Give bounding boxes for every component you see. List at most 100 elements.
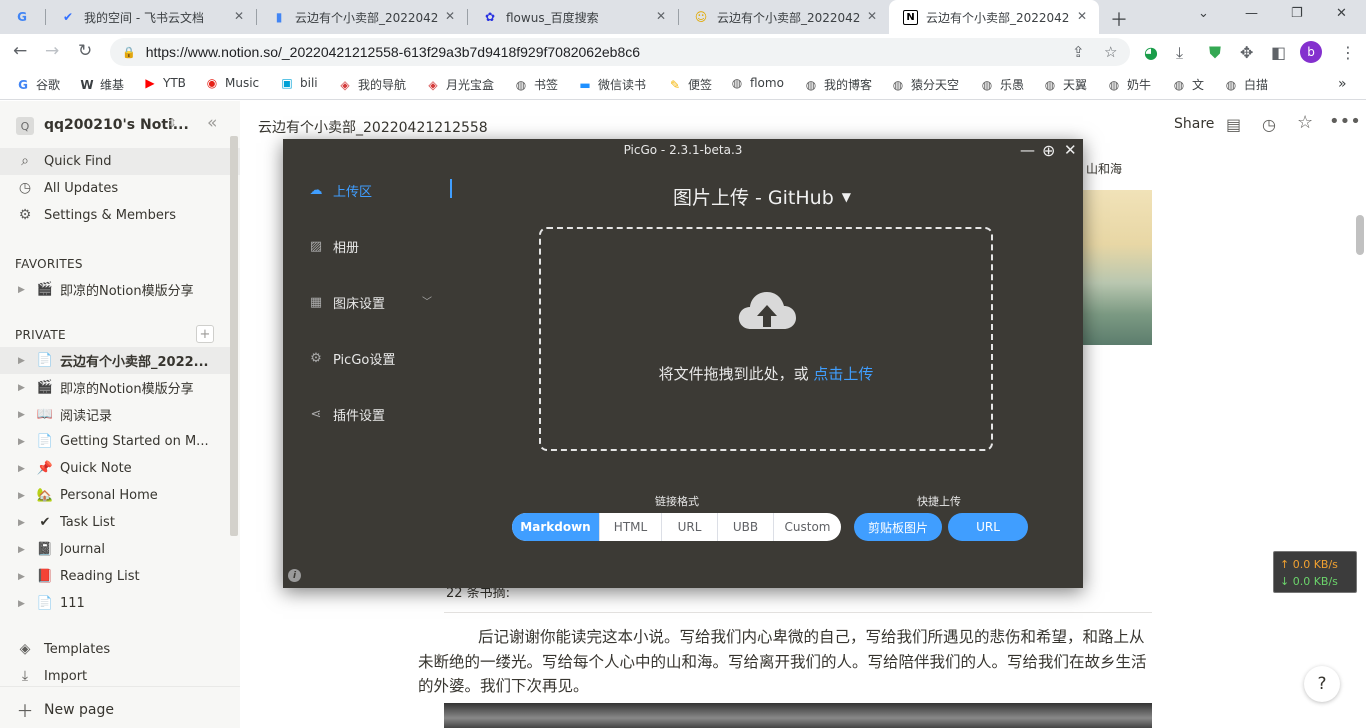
extensions-puzzle-icon[interactable]: ✥ <box>1240 43 1253 62</box>
bookmark-item[interactable]: G 谷歌 <box>16 76 60 93</box>
comment-icon[interactable]: ▤ <box>1226 115 1241 134</box>
lock-icon[interactable]: 🔒 <box>122 46 136 59</box>
minimize-icon[interactable]: — <box>1020 141 1035 159</box>
window-close-button[interactable]: ✕ <box>1336 6 1347 21</box>
expand-arrow-icon[interactable]: ▶ <box>18 437 32 447</box>
bookmark-item[interactable]: W 维基 <box>80 76 124 93</box>
format-html-button[interactable]: HTML <box>599 513 661 541</box>
restore-button[interactable]: ❐ <box>1291 6 1303 21</box>
expand-arrow-icon[interactable]: ▶ <box>18 464 32 474</box>
bookmark-item[interactable]: ◍ 天翼 <box>1043 76 1087 93</box>
clipboard-upload-button[interactable]: 剪贴板图片 <box>854 513 942 541</box>
info-icon[interactable]: i <box>288 569 301 582</box>
profile-avatar[interactable]: b <box>1300 41 1322 63</box>
tab-feishu[interactable]: ✔ 我的空间 - 飞书云文档 ✕ <box>46 0 256 34</box>
nav-picgo-settings[interactable]: ⚙ PicGo设置 <box>307 349 395 368</box>
add-page-button[interactable]: + <box>196 325 214 343</box>
new-tab-button[interactable]: ＋ <box>1110 6 1128 32</box>
bookmark-item[interactable]: ◍ 书签 <box>514 76 558 93</box>
bookmarks-overflow-button[interactable]: » <box>1338 76 1347 92</box>
workspace-switch-icon[interactable]: ⇕ <box>167 116 177 130</box>
bookmark-item[interactable]: ◍ 奶牛 <box>1107 76 1151 93</box>
sidebar-item-template-share[interactable]: ▶ 🎬 即凉的Notion模版分享 <box>0 374 230 401</box>
format-custom-button[interactable]: Custom <box>773 513 841 541</box>
close-icon[interactable]: ✕ <box>656 9 666 23</box>
bookmark-item[interactable]: ◈ 月光宝盒 <box>426 76 494 93</box>
close-icon[interactable]: ✕ <box>234 9 244 23</box>
sidebar-scrollbar[interactable] <box>230 136 238 536</box>
format-markdown-button[interactable]: Markdown <box>512 513 599 541</box>
sidebar-item-reading-log[interactable]: ▶ 📖 阅读记录 <box>0 401 230 428</box>
sidebar-item-current-page[interactable]: ▶ 📄 云边有个小卖部_2022... <box>0 347 230 374</box>
bookmark-item[interactable]: ◍ 白描 <box>1224 76 1268 93</box>
quick-find-item[interactable]: ⌕ Quick Find <box>16 153 111 169</box>
more-options-icon[interactable]: ••• <box>1329 111 1361 132</box>
click-upload-link[interactable]: 点击上传 <box>813 365 873 383</box>
expand-arrow-icon[interactable]: ▶ <box>18 356 32 366</box>
close-icon[interactable]: ✕ <box>1077 9 1087 23</box>
nav-plugin-settings[interactable]: ⋖ 插件设置 <box>307 405 385 424</box>
tab-doc[interactable]: ▮ 云边有个小卖部_2022042 ✕ <box>257 0 467 34</box>
bookmark-item[interactable]: ◍ 猿分天空 <box>891 76 959 93</box>
chevron-down-icon[interactable]: ﹀ <box>422 293 432 308</box>
nav-gallery[interactable]: ▨ 相册 <box>307 237 359 256</box>
expand-arrow-icon[interactable]: ▶ <box>18 491 32 501</box>
sidebar-item-111[interactable]: ▶ 📄 111 <box>0 590 230 617</box>
breadcrumb[interactable]: 云边有个小卖部_20220421212558 <box>258 117 488 137</box>
bookmark-item[interactable]: ◈ 我的导航 <box>338 76 406 93</box>
templates-item[interactable]: ◈ Templates <box>16 641 110 657</box>
new-page-item[interactable]: ＋ New page <box>16 697 114 723</box>
mini-window-icon[interactable]: ⊕ <box>1042 141 1055 160</box>
extension-globe-icon[interactable]: ◕ <box>1144 43 1158 62</box>
all-updates-item[interactable]: ◷ All Updates <box>16 180 118 196</box>
bookmark-item[interactable]: ✎ 便签 <box>668 76 712 93</box>
tab-flowus[interactable]: ☺ 云边有个小卖部_2022042 ✕ <box>679 0 889 34</box>
extension-shield-icon[interactable]: ⛊ <box>1209 43 1221 63</box>
settings-item[interactable]: ⚙ Settings & Members <box>16 207 176 223</box>
upload-dropzone[interactable]: 将文件拖拽到此处，或 点击上传 <box>539 227 993 451</box>
bookmark-star-icon[interactable]: ☆ <box>1104 43 1117 61</box>
format-ubb-button[interactable]: UBB <box>717 513 773 541</box>
url-upload-button[interactable]: URL <box>948 513 1028 541</box>
expand-arrow-icon[interactable]: ▶ <box>18 545 32 555</box>
nav-picbed-settings[interactable]: ▦ 图床设置 <box>307 293 385 312</box>
page-scrollbar[interactable] <box>1356 215 1364 255</box>
bookmark-item[interactable]: ◉ Music <box>205 76 259 90</box>
help-button[interactable]: ? <box>1304 666 1340 702</box>
bookmark-item[interactable]: ▶ YTB <box>143 76 186 90</box>
format-url-button[interactable]: URL <box>661 513 717 541</box>
share-page-icon[interactable]: ⇪ <box>1072 43 1085 61</box>
bookmark-item[interactable]: ◍ 我的博客 <box>804 76 872 93</box>
sidebar-item-reading-list[interactable]: ▶ 📕 Reading List <box>0 563 230 590</box>
import-item[interactable]: ⤓ Import <box>16 668 87 684</box>
share-button[interactable]: Share <box>1174 116 1214 132</box>
sidebar-item-quick-note[interactable]: ▶ 📌 Quick Note <box>0 455 230 482</box>
bookmark-item[interactable]: ◍ 乐愚 <box>980 76 1024 93</box>
address-bar[interactable]: 🔒 https://www.notion.so/_20220421212558-… <box>110 38 1130 66</box>
close-icon[interactable]: ✕ <box>1064 141 1077 159</box>
sidebar-item-personal-home[interactable]: ▶ 🏡 Personal Home <box>0 482 230 509</box>
bookmark-item[interactable]: ▬ 微信读书 <box>578 76 646 93</box>
minimize-button[interactable]: — <box>1245 6 1258 21</box>
expand-arrow-icon[interactable]: ▶ <box>18 599 32 609</box>
reload-icon[interactable]: ↻ <box>78 41 92 61</box>
bookmark-item[interactable]: ◍ 文 <box>1172 76 1204 93</box>
sidebar-item-journal[interactable]: ▶ 📓 Journal <box>0 536 230 563</box>
browser-menu-icon[interactable]: ⋮ <box>1340 43 1356 62</box>
side-panel-icon[interactable]: ◧ <box>1271 43 1286 62</box>
collapse-sidebar-icon[interactable]: « <box>207 113 217 133</box>
expand-arrow-icon[interactable]: ▶ <box>18 410 32 420</box>
expand-arrow-icon[interactable]: ▶ <box>18 518 32 528</box>
expand-arrow-icon[interactable]: ▶ <box>18 383 32 393</box>
download-icon[interactable]: ⤓ <box>1176 43 1183 63</box>
bookmark-item[interactable]: ▣ bili <box>280 76 317 90</box>
expand-arrow-icon[interactable]: ▶ <box>18 285 32 295</box>
tab-google[interactable]: G <box>0 0 44 34</box>
back-icon[interactable]: ← <box>13 41 27 61</box>
forward-icon[interactable]: → <box>45 41 59 61</box>
sidebar-item-task-list[interactable]: ▶ ✔ Task List <box>0 509 230 536</box>
close-icon[interactable]: ✕ <box>445 9 455 23</box>
sidebar-item-favorite[interactable]: ▶ 🎬 即凉的Notion模版分享 <box>0 276 230 303</box>
tab-baidu[interactable]: ✿ flowus_百度搜索 ✕ <box>468 0 678 34</box>
tab-notion-active[interactable]: N 云边有个小卖部_2022042 ✕ <box>889 0 1099 34</box>
